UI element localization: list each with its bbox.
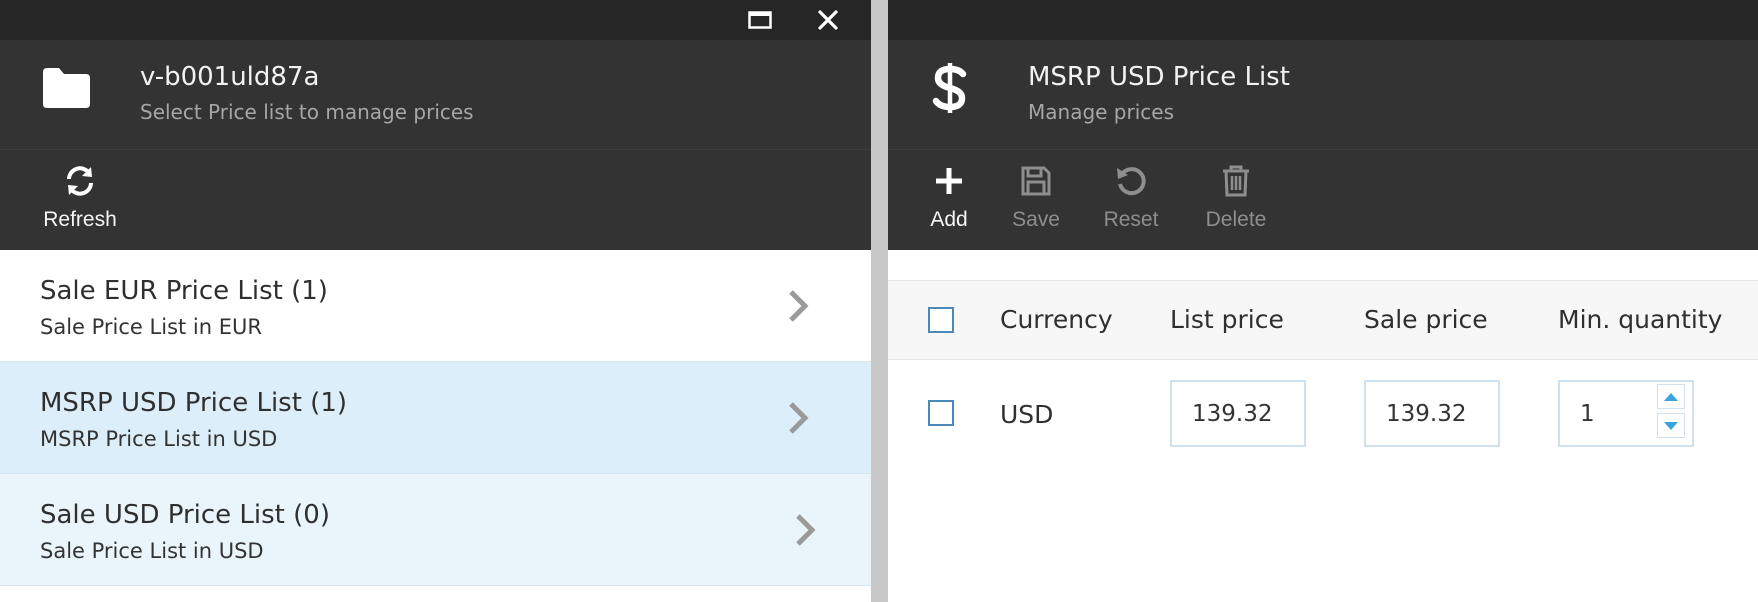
table-row: USD [888, 360, 1758, 470]
manage-prices-blade: MSRP USD Price List Manage prices Add Sa… [888, 0, 1758, 602]
blade-header: MSRP USD Price List Manage prices [888, 40, 1758, 149]
column-header-list-price[interactable]: List price [1170, 305, 1284, 334]
folder-icon [40, 62, 92, 114]
chevron-right-icon [796, 514, 816, 546]
select-all-checkbox[interactable] [928, 307, 954, 333]
list-item-title: MSRP USD Price List (1) [40, 388, 347, 418]
reset-label: Reset [1103, 208, 1159, 231]
reset-button[interactable]: Reset [1101, 150, 1161, 250]
blade-title: v-b001uld87a [140, 62, 320, 92]
list-item-subtitle: Sale Price List in USD [40, 539, 264, 563]
column-header-min-quantity[interactable]: Min. quantity [1558, 305, 1722, 334]
list-item[interactable]: Sale USD Price List (0) Sale Price List … [0, 474, 871, 586]
list-item-title: Sale EUR Price List (1) [40, 276, 328, 306]
increment-button[interactable] [1657, 384, 1685, 409]
close-icon[interactable] [808, 0, 848, 40]
refresh-label: Refresh [43, 208, 117, 231]
trash-icon [1221, 162, 1251, 200]
sale-price-input[interactable] [1364, 380, 1500, 447]
blade-divider [871, 0, 888, 602]
blade-subtitle: Manage prices [1028, 100, 1174, 124]
refresh-button[interactable]: Refresh [40, 150, 120, 250]
column-header-sale-price[interactable]: Sale price [1364, 305, 1488, 334]
maximize-icon[interactable] [740, 0, 780, 40]
caret-down-icon [1664, 421, 1678, 430]
chevron-right-icon [789, 290, 809, 322]
save-button[interactable]: Save [1009, 150, 1063, 250]
list-price-input[interactable] [1170, 380, 1306, 447]
blade-top-bar [0, 0, 871, 40]
blade-header: v-b001uld87a Select Price list to manage… [0, 40, 871, 149]
min-quantity-stepper [1558, 380, 1694, 447]
list-item-subtitle: Sale Price List in EUR [40, 315, 262, 339]
blade-toolbar: Refresh [0, 149, 871, 250]
chevron-right-icon [789, 402, 809, 434]
dollar-icon [924, 62, 976, 114]
column-header-currency[interactable]: Currency [1000, 305, 1113, 334]
undo-icon [1114, 162, 1148, 200]
price-lists-blade: v-b001uld87a Select Price list to manage… [0, 0, 871, 602]
add-button[interactable]: Add [924, 150, 974, 250]
table-header: Currency List price Sale price Min. quan… [888, 280, 1758, 360]
list-item[interactable]: MSRP USD Price List (1) MSRP Price List … [0, 362, 871, 474]
list-item-title: Sale USD Price List (0) [40, 500, 330, 530]
blade-title: MSRP USD Price List [1028, 62, 1290, 92]
save-icon [1020, 162, 1052, 200]
prices-table: Currency List price Sale price Min. quan… [888, 280, 1758, 470]
add-label: Add [930, 208, 968, 231]
save-label: Save [1012, 208, 1060, 231]
list-item[interactable]: Sale EUR Price List (1) Sale Price List … [0, 250, 871, 362]
blade-toolbar: Add Save Reset Delete [888, 149, 1758, 250]
refresh-icon [63, 162, 97, 200]
decrement-button[interactable] [1657, 413, 1685, 438]
price-list-list: Sale EUR Price List (1) Sale Price List … [0, 250, 871, 586]
blade-subtitle: Select Price list to manage prices [140, 100, 474, 124]
blade-top-bar [888, 0, 1758, 40]
caret-up-icon [1664, 392, 1678, 401]
currency-cell: USD [1000, 400, 1054, 429]
list-item-subtitle: MSRP Price List in USD [40, 427, 278, 451]
delete-label: Delete [1205, 208, 1267, 231]
delete-button[interactable]: Delete [1202, 150, 1270, 250]
plus-icon [934, 162, 964, 200]
row-checkbox[interactable] [928, 400, 954, 426]
